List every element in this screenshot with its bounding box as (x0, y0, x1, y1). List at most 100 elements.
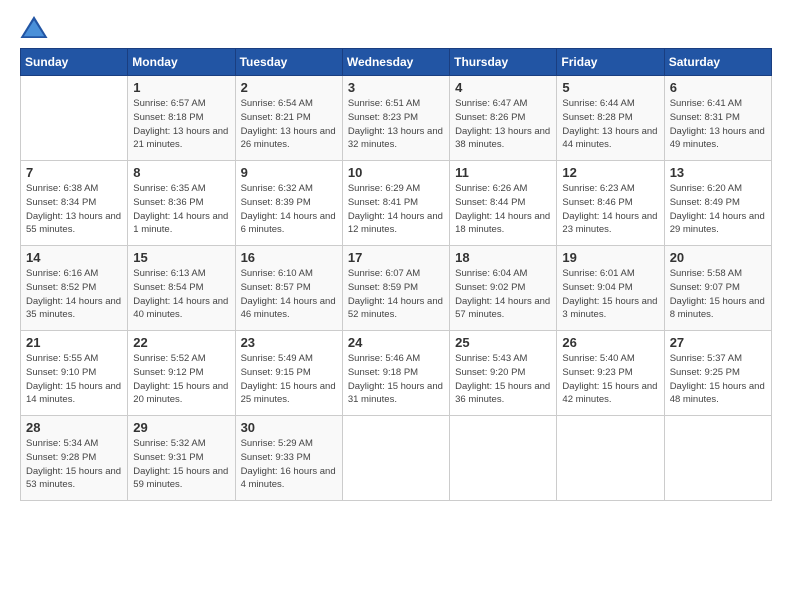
logo-icon (20, 16, 48, 38)
calendar-cell: 29 Sunrise: 5:32 AMSunset: 9:31 PMDayligh… (128, 416, 235, 501)
day-info: Sunrise: 6:29 AMSunset: 8:41 PMDaylight:… (348, 182, 444, 237)
calendar-cell: 1 Sunrise: 6:57 AMSunset: 8:18 PMDaylight… (128, 76, 235, 161)
calendar-cell: 9 Sunrise: 6:32 AMSunset: 8:39 PMDaylight… (235, 161, 342, 246)
day-number: 18 (455, 250, 551, 265)
day-number: 1 (133, 80, 229, 95)
week-row-1: 1 Sunrise: 6:57 AMSunset: 8:18 PMDaylight… (21, 76, 772, 161)
weekday-header-thursday: Thursday (450, 49, 557, 76)
day-number: 29 (133, 420, 229, 435)
day-info: Sunrise: 6:10 AMSunset: 8:57 PMDaylight:… (241, 267, 337, 322)
day-info: Sunrise: 5:52 AMSunset: 9:12 PMDaylight:… (133, 352, 229, 407)
day-info: Sunrise: 5:58 AMSunset: 9:07 PMDaylight:… (670, 267, 766, 322)
day-number: 12 (562, 165, 658, 180)
weekday-header-wednesday: Wednesday (342, 49, 449, 76)
page-header (20, 16, 772, 38)
day-info: Sunrise: 5:29 AMSunset: 9:33 PMDaylight:… (241, 437, 337, 492)
day-info: Sunrise: 6:44 AMSunset: 8:28 PMDaylight:… (562, 97, 658, 152)
day-info: Sunrise: 5:37 AMSunset: 9:25 PMDaylight:… (670, 352, 766, 407)
day-number: 2 (241, 80, 337, 95)
calendar-cell: 30 Sunrise: 5:29 AMSunset: 9:33 PMDayligh… (235, 416, 342, 501)
day-number: 13 (670, 165, 766, 180)
calendar-cell: 18 Sunrise: 6:04 AMSunset: 9:02 PMDayligh… (450, 246, 557, 331)
day-number: 15 (133, 250, 229, 265)
day-number: 16 (241, 250, 337, 265)
day-number: 9 (241, 165, 337, 180)
day-info: Sunrise: 6:23 AMSunset: 8:46 PMDaylight:… (562, 182, 658, 237)
day-info: Sunrise: 6:35 AMSunset: 8:36 PMDaylight:… (133, 182, 229, 237)
day-info: Sunrise: 5:55 AMSunset: 9:10 PMDaylight:… (26, 352, 122, 407)
calendar-cell (557, 416, 664, 501)
day-number: 25 (455, 335, 551, 350)
day-info: Sunrise: 5:46 AMSunset: 9:18 PMDaylight:… (348, 352, 444, 407)
calendar-cell (342, 416, 449, 501)
calendar-cell: 7 Sunrise: 6:38 AMSunset: 8:34 PMDaylight… (21, 161, 128, 246)
day-info: Sunrise: 5:34 AMSunset: 9:28 PMDaylight:… (26, 437, 122, 492)
weekday-header-tuesday: Tuesday (235, 49, 342, 76)
calendar-cell: 3Sunrise: 6:51 AMSunset: 8:23 PMDaylight… (342, 76, 449, 161)
weekday-header-friday: Friday (557, 49, 664, 76)
week-row-3: 14 Sunrise: 6:16 AMSunset: 8:52 PMDayligh… (21, 246, 772, 331)
day-info: Sunrise: 6:26 AMSunset: 8:44 PMDaylight:… (455, 182, 551, 237)
calendar-cell: 20 Sunrise: 5:58 AMSunset: 9:07 PMDayligh… (664, 246, 771, 331)
day-number: 30 (241, 420, 337, 435)
day-info: Sunrise: 5:32 AMSunset: 9:31 PMDaylight:… (133, 437, 229, 492)
calendar-cell: 5 Sunrise: 6:44 AMSunset: 8:28 PMDaylight… (557, 76, 664, 161)
calendar-cell (664, 416, 771, 501)
day-number: 23 (241, 335, 337, 350)
day-number: 26 (562, 335, 658, 350)
day-number: 11 (455, 165, 551, 180)
day-info: Sunrise: 6:07 AMSunset: 8:59 PMDaylight:… (348, 267, 444, 322)
day-info: Sunrise: 6:01 AMSunset: 9:04 PMDaylight:… (562, 267, 658, 322)
calendar-cell: 17 Sunrise: 6:07 AMSunset: 8:59 PMDayligh… (342, 246, 449, 331)
weekday-header-row: SundayMondayTuesdayWednesdayThursdayFrid… (21, 49, 772, 76)
day-number: 4 (455, 80, 551, 95)
day-number: 21 (26, 335, 122, 350)
day-info: Sunrise: 5:43 AMSunset: 9:20 PMDaylight:… (455, 352, 551, 407)
calendar-cell: 2 Sunrise: 6:54 AMSunset: 8:21 PMDaylight… (235, 76, 342, 161)
calendar-cell: 12 Sunrise: 6:23 AMSunset: 8:46 PMDayligh… (557, 161, 664, 246)
calendar-cell: 10 Sunrise: 6:29 AMSunset: 8:41 PMDayligh… (342, 161, 449, 246)
day-number: 14 (26, 250, 122, 265)
day-number: 10 (348, 165, 444, 180)
week-row-2: 7 Sunrise: 6:38 AMSunset: 8:34 PMDaylight… (21, 161, 772, 246)
calendar-cell (21, 76, 128, 161)
day-number: 19 (562, 250, 658, 265)
day-info: Sunrise: 5:49 AMSunset: 9:15 PMDaylight:… (241, 352, 337, 407)
day-info: Sunrise: 6:16 AMSunset: 8:52 PMDaylight:… (26, 267, 122, 322)
day-info: Sunrise: 6:32 AMSunset: 8:39 PMDaylight:… (241, 182, 337, 237)
calendar-cell: 4 Sunrise: 6:47 AMSunset: 8:26 PMDaylight… (450, 76, 557, 161)
calendar-cell: 22Sunrise: 5:52 AMSunset: 9:12 PMDayligh… (128, 331, 235, 416)
day-info: Sunrise: 6:38 AMSunset: 8:34 PMDaylight:… (26, 182, 122, 237)
weekday-header-sunday: Sunday (21, 49, 128, 76)
calendar-cell: 6 Sunrise: 6:41 AMSunset: 8:31 PMDaylight… (664, 76, 771, 161)
calendar-cell (450, 416, 557, 501)
day-info: Sunrise: 6:47 AMSunset: 8:26 PMDaylight:… (455, 97, 551, 152)
day-number: 7 (26, 165, 122, 180)
day-info: Sunrise: 6:54 AMSunset: 8:21 PMDaylight:… (241, 97, 337, 152)
calendar-cell: 21 Sunrise: 5:55 AMSunset: 9:10 PMDayligh… (21, 331, 128, 416)
week-row-5: 28Sunrise: 5:34 AMSunset: 9:28 PMDayligh… (21, 416, 772, 501)
day-number: 27 (670, 335, 766, 350)
day-number: 6 (670, 80, 766, 95)
calendar-cell: 8 Sunrise: 6:35 AMSunset: 8:36 PMDaylight… (128, 161, 235, 246)
day-info: Sunrise: 5:40 AMSunset: 9:23 PMDaylight:… (562, 352, 658, 407)
calendar-cell: 23 Sunrise: 5:49 AMSunset: 9:15 PMDayligh… (235, 331, 342, 416)
day-info: Sunrise: 6:57 AMSunset: 8:18 PMDaylight:… (133, 97, 229, 152)
calendar-cell: 26 Sunrise: 5:40 AMSunset: 9:23 PMDayligh… (557, 331, 664, 416)
day-info: Sunrise: 6:04 AMSunset: 9:02 PMDaylight:… (455, 267, 551, 322)
calendar-table: SundayMondayTuesdayWednesdayThursdayFrid… (20, 48, 772, 501)
day-info: Sunrise: 6:20 AMSunset: 8:49 PMDaylight:… (670, 182, 766, 237)
day-number: 17 (348, 250, 444, 265)
day-info: Sunrise: 6:41 AMSunset: 8:31 PMDaylight:… (670, 97, 766, 152)
week-row-4: 21 Sunrise: 5:55 AMSunset: 9:10 PMDayligh… (21, 331, 772, 416)
day-number: 20 (670, 250, 766, 265)
calendar-cell: 11 Sunrise: 6:26 AMSunset: 8:44 PMDayligh… (450, 161, 557, 246)
day-number: 8 (133, 165, 229, 180)
day-info: Sunrise: 6:51 AMSunset: 8:23 PMDaylight:… (348, 97, 444, 152)
calendar-cell: 13 Sunrise: 6:20 AMSunset: 8:49 PMDayligh… (664, 161, 771, 246)
calendar-cell: 25 Sunrise: 5:43 AMSunset: 9:20 PMDayligh… (450, 331, 557, 416)
calendar-cell: 14 Sunrise: 6:16 AMSunset: 8:52 PMDayligh… (21, 246, 128, 331)
calendar-cell: 15Sunrise: 6:13 AMSunset: 8:54 PMDayligh… (128, 246, 235, 331)
day-number: 5 (562, 80, 658, 95)
calendar-cell: 16 Sunrise: 6:10 AMSunset: 8:57 PMDayligh… (235, 246, 342, 331)
